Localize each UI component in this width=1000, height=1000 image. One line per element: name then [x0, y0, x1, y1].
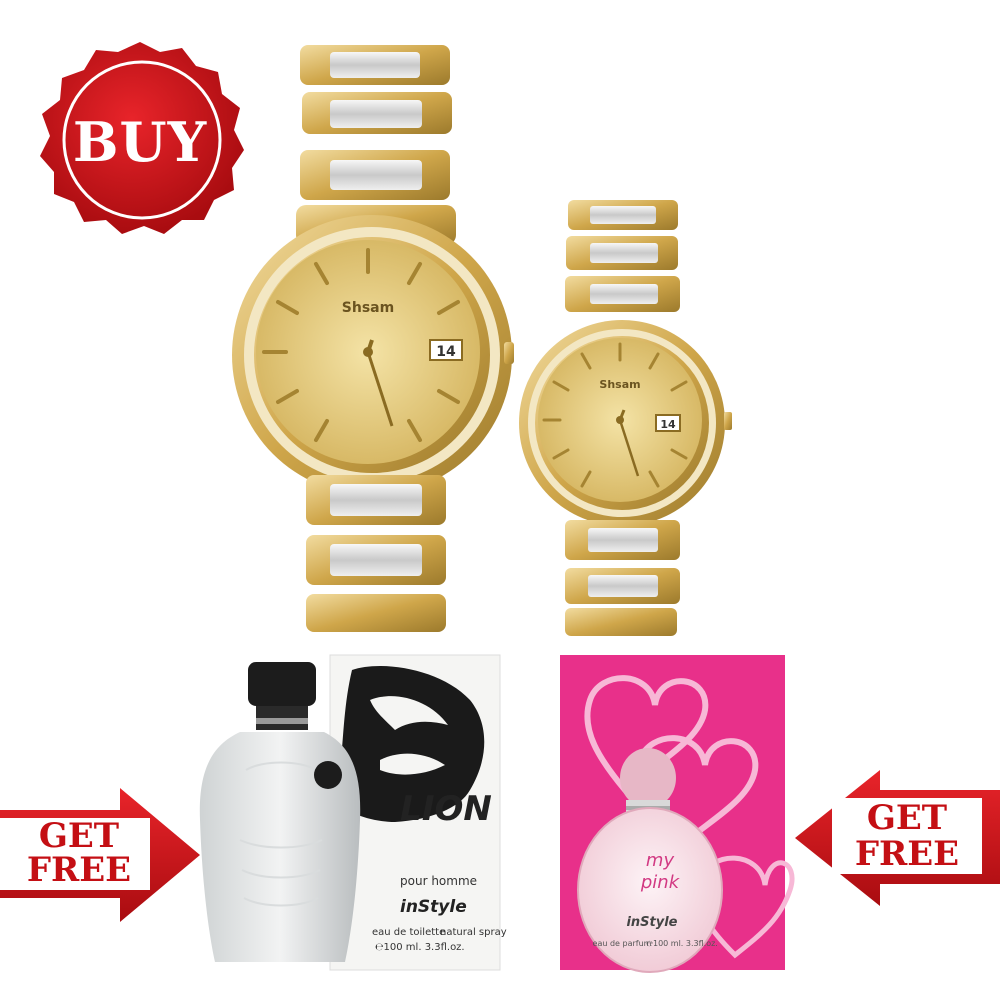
lion-box-brand: inStyle — [400, 897, 467, 917]
lion-box-subtitle: pour homme — [400, 874, 477, 888]
right-get-label[interactable]: GET — [832, 800, 982, 836]
left-get-label[interactable]: GET — [4, 818, 154, 854]
pink-bottle-name-2: pink — [640, 872, 681, 893]
large-watch-date: 14 — [436, 344, 456, 360]
lion-box-name: LION — [400, 789, 492, 829]
small-watch-date: 14 — [660, 418, 676, 431]
lion-emblem-icon — [314, 761, 342, 789]
pink-bottle-brand: inStyle — [626, 915, 677, 930]
large-watch-brand: Shsam — [342, 300, 394, 316]
pink-bottle-name-1: my — [646, 850, 675, 871]
small-watch: 14 Shsam — [519, 200, 732, 636]
lion-box-spray: natural spray — [440, 927, 507, 938]
right-free-label[interactable]: FREE — [832, 836, 982, 872]
large-watch: 14 Shsam — [232, 45, 514, 632]
lion-box-type: eau de toilette — [372, 927, 445, 938]
buy-label[interactable]: BUY — [40, 112, 240, 172]
lion-box-volume: ℮100 ml. 3.3fl.oz. — [375, 942, 465, 953]
left-free-label[interactable]: FREE — [4, 852, 154, 888]
pink-bottle-volume: ℮100 ml. 3.3fl.oz. — [646, 939, 718, 948]
small-watch-brand: Shsam — [599, 378, 640, 391]
pink-bottle-type: eau de parfum — [593, 939, 652, 948]
